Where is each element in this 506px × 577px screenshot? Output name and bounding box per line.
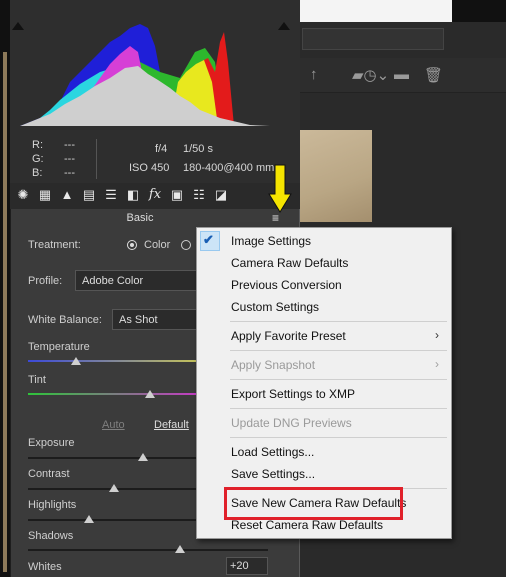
menu-item-image-settings[interactable]: Image Settings <box>231 234 311 248</box>
menu-item-previous-conversion[interactable]: Previous Conversion <box>231 278 342 292</box>
auto-link[interactable]: Auto <box>102 419 125 431</box>
menu-item-save-settings[interactable]: Save Settings... <box>231 467 315 481</box>
aperture-icon[interactable]: ✺ <box>14 186 32 204</box>
folder-icon[interactable]: ▬ <box>394 66 409 83</box>
mountain-icon[interactable]: ▲ <box>58 186 76 204</box>
section-title: Basic <box>126 212 154 224</box>
treatment-color-radio[interactable] <box>127 240 137 250</box>
info-divider <box>96 139 97 179</box>
contrast-label: Contrast <box>28 468 70 480</box>
exposure-slider-thumb[interactable] <box>138 453 148 461</box>
focal-length: 180-400@400 mm <box>183 162 275 174</box>
trash-icon[interactable]: 🗑 <box>424 66 443 84</box>
submenu-chevron-icon: › <box>435 357 439 371</box>
tone-curve-icon[interactable]: ▤ <box>80 186 98 204</box>
shutter-speed: 1/50 s <box>183 143 213 155</box>
menu-item-load-settings[interactable]: Load Settings... <box>231 445 314 459</box>
whites-label: Whites <box>28 561 62 573</box>
menu-separator <box>230 321 447 322</box>
menu-item-reset-camera-raw-defaults[interactable]: Reset Camera Raw Defaults <box>231 518 383 532</box>
iso: ISO 450 <box>129 162 170 174</box>
highlights-track[interactable] <box>28 519 198 521</box>
sliders-icon[interactable]: ☷ <box>190 186 208 204</box>
highlight-clipping-icon[interactable] <box>278 22 290 30</box>
treatment-label: Treatment: <box>28 239 81 251</box>
background-photo-thumbnail <box>300 130 372 222</box>
background-dark-strip <box>452 0 506 22</box>
menu-separator <box>230 408 447 409</box>
treatment-color-label: Color <box>144 239 171 251</box>
submenu-chevron-icon: › <box>435 328 439 342</box>
menu-item-apply-snapshot: Apply Snapshot <box>231 358 316 372</box>
left-image-edge <box>3 52 7 572</box>
g-label: G: <box>32 153 44 165</box>
fx-icon[interactable]: fx <box>146 186 164 204</box>
menu-separator <box>230 350 447 351</box>
menu-item-apply-favorite-preset[interactable]: Apply Favorite Preset <box>231 329 346 343</box>
r-label: R: <box>32 139 43 151</box>
treatment-bw-radio[interactable] <box>181 240 191 250</box>
default-link[interactable]: Default <box>154 419 189 431</box>
temperature-slider-thumb[interactable] <box>71 357 81 365</box>
white-balance-label: White Balance: <box>28 314 102 326</box>
background-search-field[interactable] <box>302 28 444 50</box>
tint-label: Tint <box>28 374 46 386</box>
b-label: B: <box>32 167 43 179</box>
exposure-label: Exposure <box>28 437 75 449</box>
white-balance-select[interactable]: As Shot <box>112 309 200 330</box>
shadows-track[interactable] <box>28 549 268 551</box>
tint-slider-thumb[interactable] <box>145 390 155 398</box>
b-value: --- <box>64 167 75 179</box>
histogram-chart <box>20 24 270 126</box>
yellow-down-arrow-icon <box>268 164 292 213</box>
g-value: --- <box>64 153 75 165</box>
background-title-strip <box>300 0 452 22</box>
menu-item-camera-raw-defaults[interactable]: Camera Raw Defaults <box>231 256 348 270</box>
split-tone-icon[interactable]: ◧ <box>124 186 142 204</box>
temperature-track[interactable] <box>28 360 198 362</box>
profile-label: Profile: <box>28 275 63 287</box>
highlights-label: Highlights <box>28 499 77 511</box>
aperture: f/4 <box>155 143 168 155</box>
contrast-slider-thumb[interactable] <box>109 484 119 492</box>
checkmark-icon: ✔ <box>203 232 214 247</box>
profile-select[interactable]: Adobe Color <box>75 270 200 291</box>
whites-value-field[interactable]: +20 <box>226 557 268 575</box>
grid-icon[interactable]: ▦ <box>36 186 54 204</box>
film-icon[interactable]: ▣ <box>168 186 186 204</box>
exposure-track[interactable] <box>28 457 198 459</box>
menu-item-update-dng-previews: Update DNG Previews <box>231 416 352 430</box>
menu-item-export-settings-xmp[interactable]: Export Settings to XMP <box>231 387 355 401</box>
folder-clock-icon[interactable]: ▰◷⌄ <box>352 66 389 84</box>
tint-track[interactable] <box>28 393 198 395</box>
shadows-slider-thumb[interactable] <box>175 545 185 553</box>
shadows-label: Shadows <box>28 530 74 542</box>
r-value: --- <box>64 139 75 151</box>
snapshot-icon[interactable]: ◪ <box>212 186 230 204</box>
temperature-label: Temperature <box>28 341 90 353</box>
menu-separator <box>230 437 447 438</box>
menu-item-custom-settings[interactable]: Custom Settings <box>231 300 319 314</box>
hsl-icon[interactable]: ☰ <box>102 186 120 204</box>
menu-separator <box>230 379 447 380</box>
highlights-slider-thumb[interactable] <box>84 515 94 523</box>
red-highlight-box <box>224 487 403 520</box>
upload-icon[interactable]: ↑ <box>310 66 318 83</box>
